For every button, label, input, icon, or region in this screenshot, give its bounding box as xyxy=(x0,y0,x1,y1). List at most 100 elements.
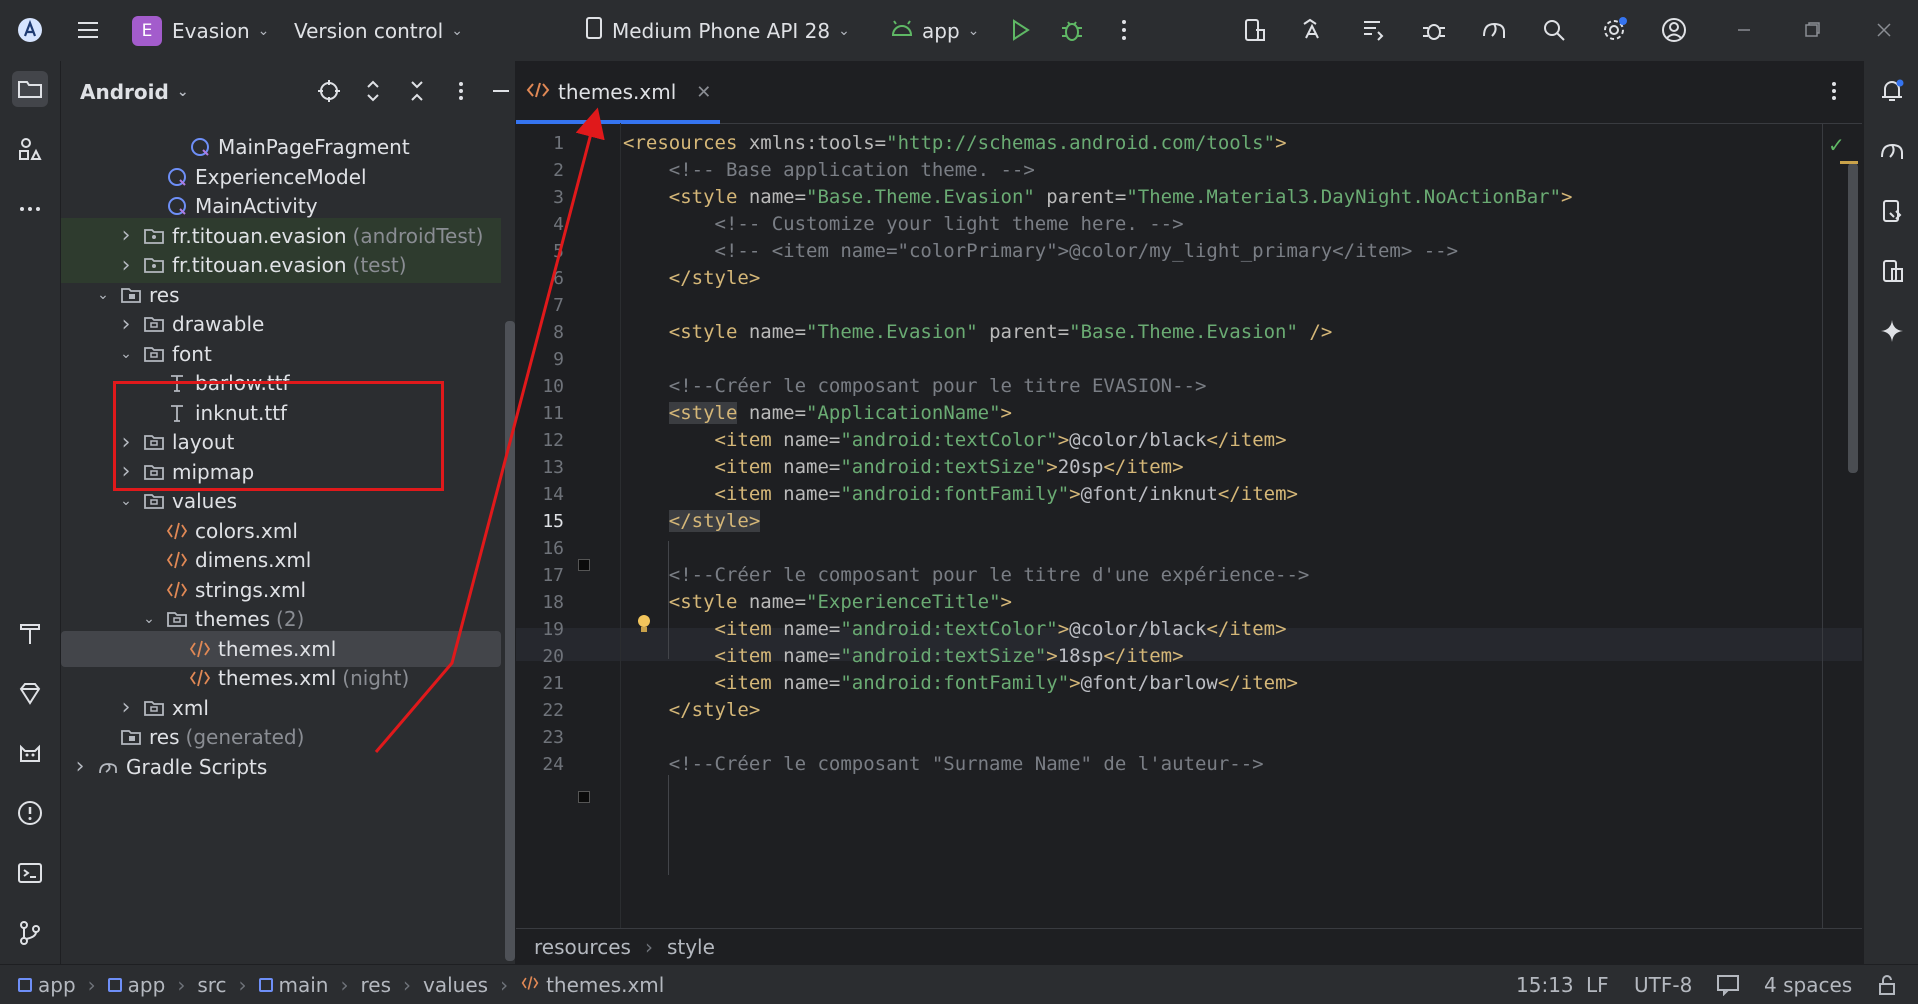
line-number[interactable]: 5 xyxy=(516,241,564,262)
build-hammer-icon[interactable] xyxy=(12,615,48,651)
line-number[interactable]: 3 xyxy=(516,187,564,208)
line-number[interactable]: 1 xyxy=(516,133,564,154)
profiler-bug-icon[interactable] xyxy=(1418,14,1450,46)
minimize-window-icon[interactable] xyxy=(1728,14,1760,46)
collapse-all-icon[interactable] xyxy=(401,75,433,107)
app-quality-gem-icon[interactable] xyxy=(12,675,48,711)
apply-changes-icon[interactable] xyxy=(1358,14,1390,46)
run-icon[interactable] xyxy=(1004,14,1036,46)
chevron-down-icon[interactable]: ⌄ xyxy=(139,611,159,627)
line-number[interactable]: 16 xyxy=(516,538,564,559)
code-line[interactable]: </style> xyxy=(623,262,761,295)
line-number[interactable]: 13 xyxy=(516,457,564,478)
main-menu-icon[interactable] xyxy=(72,14,104,46)
chevron-right-icon[interactable]: › xyxy=(116,223,136,248)
problems-alert-icon[interactable] xyxy=(12,795,48,831)
line-number[interactable]: 11 xyxy=(516,403,564,424)
resource-manager-icon[interactable] xyxy=(12,131,48,167)
close-window-icon[interactable] xyxy=(1868,14,1900,46)
inspection-ok-check-icon[interactable]: ✓ xyxy=(1828,133,1845,157)
notifications-bell-icon[interactable] xyxy=(1876,75,1908,107)
select-opened-file-icon[interactable] xyxy=(313,75,345,107)
code-editor[interactable]: <resources xmlns:tools="http://schemas.a… xyxy=(623,123,1823,989)
running-devices-icon[interactable] xyxy=(1876,255,1908,287)
line-number[interactable]: 20 xyxy=(516,646,564,667)
line-number[interactable]: 8 xyxy=(516,322,564,343)
git-branch-icon[interactable] xyxy=(12,915,48,951)
line-number[interactable]: 23 xyxy=(516,727,564,748)
line-number[interactable]: 22 xyxy=(516,700,564,721)
line-number[interactable]: 14 xyxy=(516,484,564,505)
expand-all-icon[interactable] xyxy=(357,75,389,107)
more-actions-icon[interactable] xyxy=(1108,14,1140,46)
code-line[interactable]: </style> xyxy=(623,694,761,727)
path-segment[interactable]: res xyxy=(361,973,392,997)
debug-icon[interactable] xyxy=(1056,14,1088,46)
path-segment[interactable]: main xyxy=(279,973,329,997)
search-icon[interactable] xyxy=(1538,14,1570,46)
path-segment[interactable]: themes.xml xyxy=(546,973,664,997)
line-number[interactable]: 9 xyxy=(516,349,564,370)
chevron-down-icon[interactable]: ⌄ xyxy=(116,346,136,362)
gemini-elephant-icon[interactable] xyxy=(1478,14,1510,46)
project-selector[interactable]: E Evasion ⌄ xyxy=(132,0,269,61)
line-number[interactable]: 17 xyxy=(516,565,564,586)
editor-tabs-options-icon[interactable] xyxy=(1818,75,1850,107)
android-studio-logo-icon[interactable] xyxy=(14,14,46,46)
translate-icon[interactable] xyxy=(1298,14,1330,46)
device-file-explorer-icon[interactable] xyxy=(1876,195,1908,227)
path-segment[interactable]: app xyxy=(38,973,76,997)
settings-gear-icon[interactable] xyxy=(1598,14,1630,46)
line-number[interactable]: 24 xyxy=(516,754,564,775)
comment-icon[interactable] xyxy=(1716,965,1740,1004)
hide-panel-icon[interactable] xyxy=(485,75,517,107)
code-line[interactable]: <style name="Theme.Evasion" parent="Base… xyxy=(623,316,1333,349)
device-manager-icon[interactable] xyxy=(1238,14,1270,46)
code-line[interactable]: </style> xyxy=(623,505,761,538)
gemini-elephant-icon[interactable] xyxy=(1876,135,1908,167)
chevron-right-icon[interactable]: › xyxy=(116,312,136,337)
line-number[interactable]: 15 xyxy=(516,511,564,532)
version-control-menu[interactable]: Version control ⌄ xyxy=(294,0,463,61)
chevron-right-icon[interactable]: › xyxy=(70,754,90,779)
account-avatar-icon[interactable] xyxy=(1658,14,1690,46)
restore-window-icon[interactable] xyxy=(1796,14,1828,46)
line-number[interactable]: 7 xyxy=(516,295,564,316)
line-number[interactable]: 18 xyxy=(516,592,564,613)
line-number[interactable]: 2 xyxy=(516,160,564,181)
project-folder-icon[interactable] xyxy=(12,71,48,107)
line-number[interactable]: 21 xyxy=(516,673,564,694)
tree-item[interactable]: › Gradle Scripts xyxy=(61,749,501,785)
caret-position[interactable]: 15:13 xyxy=(1516,965,1574,1004)
breadcrumb-resources[interactable]: resources xyxy=(534,935,631,959)
read-only-lock-icon[interactable] xyxy=(1876,965,1898,1004)
chevron-right-icon[interactable]: › xyxy=(116,695,136,720)
project-view-selector[interactable]: Android ⌄ xyxy=(80,61,189,122)
chevron-down-icon[interactable]: ⌄ xyxy=(116,493,136,509)
terminal-icon[interactable] xyxy=(12,855,48,891)
chevron-right-icon[interactable]: › xyxy=(116,253,136,278)
panel-options-icon[interactable] xyxy=(445,75,477,107)
indent-setting[interactable]: 4 spaces xyxy=(1764,965,1852,1004)
line-number[interactable]: 4 xyxy=(516,214,564,235)
line-number[interactable]: 6 xyxy=(516,268,564,289)
line-number[interactable]: 19 xyxy=(516,619,564,640)
project-tree-scrollbar[interactable] xyxy=(505,321,515,961)
line-ending[interactable]: LF xyxy=(1586,965,1609,1004)
breadcrumb-style[interactable]: style xyxy=(667,935,715,959)
device-selector[interactable]: Medium Phone API 28 ⌄ xyxy=(584,0,850,61)
code-line[interactable]: <!--Créer le composant "Surname Name" de… xyxy=(623,748,1264,781)
editor-scrollbar[interactable] xyxy=(1848,163,1858,473)
line-number[interactable]: 10 xyxy=(516,376,564,397)
more-tool-windows-icon[interactable] xyxy=(12,191,48,227)
logcat-cat-icon[interactable] xyxy=(12,735,48,771)
file-encoding[interactable]: UTF-8 xyxy=(1634,965,1692,1004)
path-segment[interactable]: app xyxy=(128,973,166,997)
close-tab-icon[interactable]: ✕ xyxy=(696,82,711,103)
editor-tab-themes-xml[interactable]: themes.xml ✕ xyxy=(526,61,711,123)
ai-sparkle-icon[interactable] xyxy=(1876,315,1908,347)
path-segment[interactable]: src xyxy=(197,973,226,997)
chevron-down-icon[interactable]: ⌄ xyxy=(93,287,113,303)
line-number[interactable]: 12 xyxy=(516,430,564,451)
path-segment[interactable]: values xyxy=(423,973,488,997)
